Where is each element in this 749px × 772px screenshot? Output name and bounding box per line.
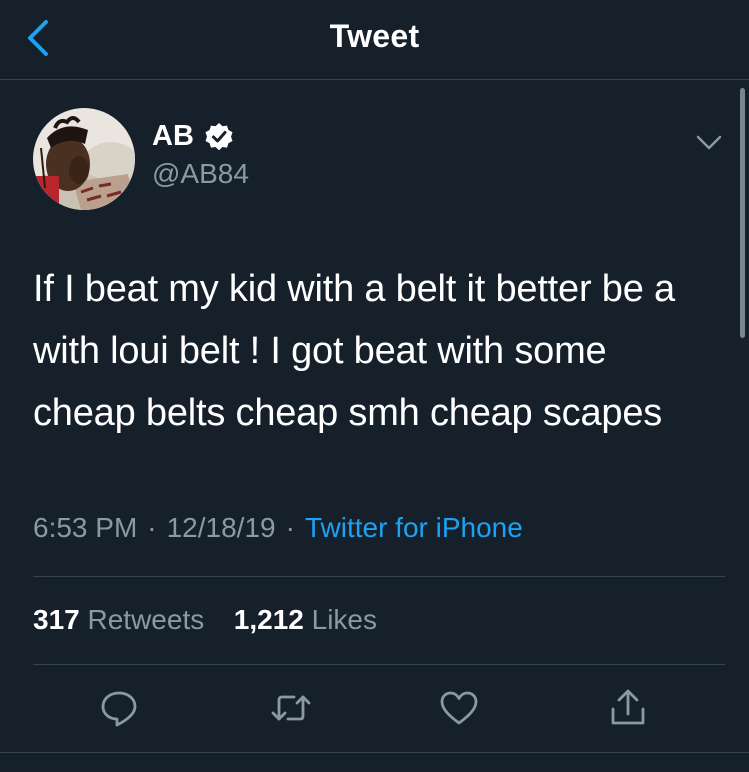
- retweets-count: 317: [33, 604, 80, 635]
- divider: [33, 576, 725, 577]
- tweet-text: If I beat my kid with a belt it better b…: [33, 258, 723, 444]
- tweet-text-line: with loui belt ! I got beat with some: [33, 330, 607, 372]
- author-name-row[interactable]: AB: [152, 120, 234, 153]
- heart-icon: [440, 691, 478, 725]
- share-button[interactable]: [607, 687, 649, 729]
- avatar-image: [33, 108, 135, 210]
- author-name: AB: [152, 120, 194, 152]
- likes-label: Likes: [311, 604, 378, 635]
- divider: [33, 664, 725, 665]
- divider: [0, 752, 749, 753]
- author-handle[interactable]: @AB84: [152, 158, 249, 190]
- chevron-down-icon: [696, 135, 722, 150]
- engagement-stats: 317 Retweets 1,212 Likes: [33, 604, 377, 636]
- likes-count: 1,212: [233, 604, 304, 635]
- more-options-button[interactable]: [693, 128, 725, 156]
- tweet-source-link[interactable]: Twitter for iPhone: [305, 512, 523, 543]
- page-title: Tweet: [329, 18, 420, 54]
- like-button[interactable]: [438, 687, 480, 729]
- tweet-meta: 6:53 PM · 12/18/19 · Twitter for iPhone: [33, 512, 523, 544]
- tweet-date: 12/18/19: [166, 512, 276, 543]
- retweets-label: Retweets: [87, 604, 205, 635]
- retweets-stat[interactable]: 317 Retweets: [33, 604, 204, 635]
- top-nav-bar: Tweet: [0, 0, 749, 80]
- tweet-time: 6:53 PM: [33, 512, 138, 543]
- reply-icon: [101, 691, 137, 727]
- retweet-button[interactable]: [270, 687, 312, 729]
- verified-badge-icon: [205, 122, 233, 150]
- share-icon: [611, 689, 645, 725]
- tweet-text-line: If I beat my kid with a belt it better b…: [33, 268, 675, 310]
- meta-separator: ·: [147, 512, 157, 543]
- meta-separator: ·: [285, 512, 295, 543]
- likes-stat[interactable]: 1,212 Likes: [234, 604, 377, 635]
- tweet-text-line: cheap belts cheap smh cheap scapes: [33, 392, 663, 434]
- reply-button[interactable]: [98, 687, 140, 729]
- retweet-icon: [271, 695, 311, 721]
- avatar[interactable]: [33, 108, 135, 210]
- scrollbar[interactable]: [740, 88, 745, 338]
